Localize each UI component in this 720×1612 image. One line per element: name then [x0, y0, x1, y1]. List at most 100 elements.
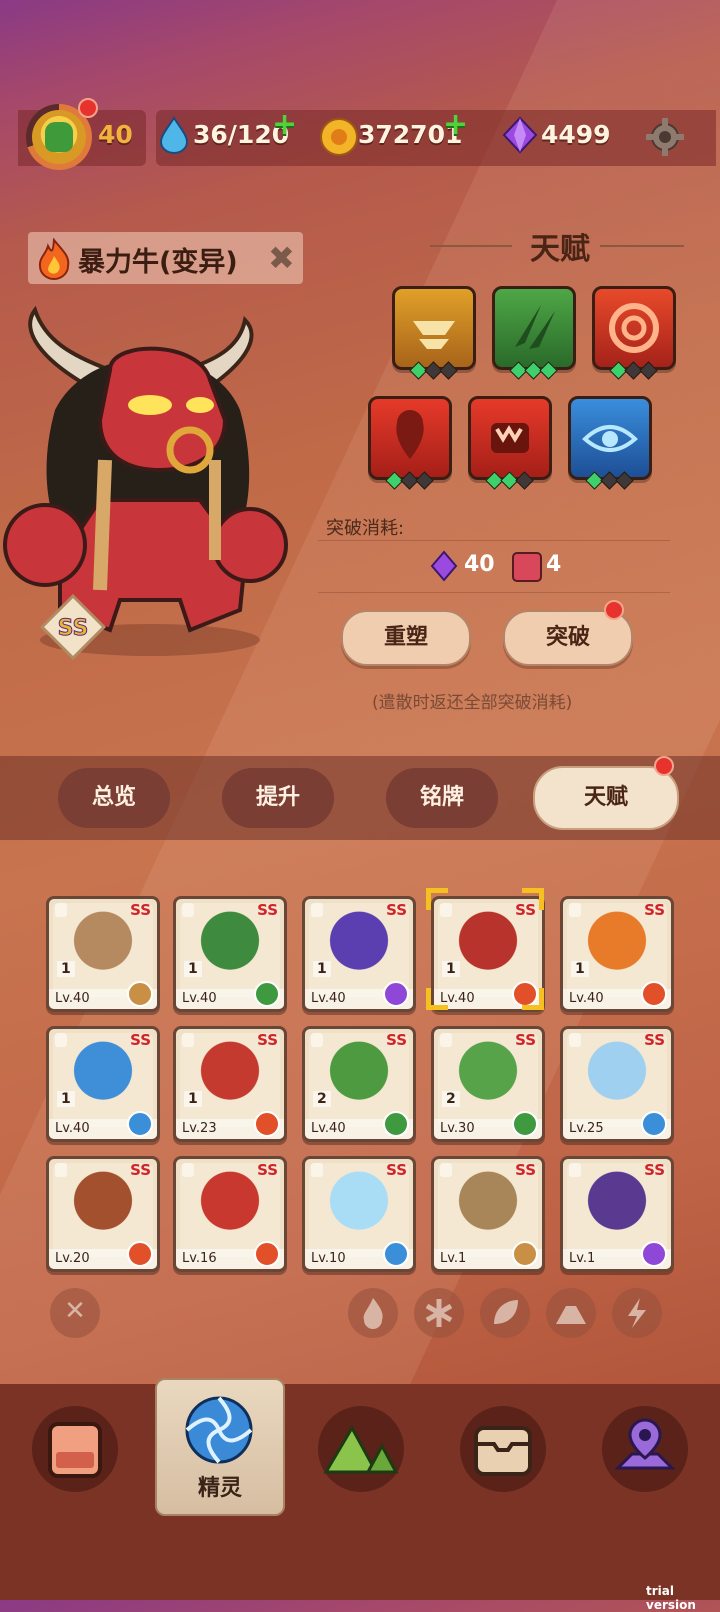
nav-spirit[interactable]: 精灵	[155, 1378, 285, 1516]
monster-card[interactable]: SS 1 Lv.40	[46, 1026, 160, 1142]
talent-level-pips	[585, 471, 634, 490]
talent-slot-fire-2[interactable]	[368, 396, 452, 480]
monster-card[interactable]: SS Lv.20	[46, 1156, 160, 1272]
card-rarity: SS	[515, 1161, 536, 1179]
earth-talent-icon	[413, 321, 455, 349]
nav-map[interactable]	[602, 1406, 688, 1492]
card-rarity: SS	[644, 901, 665, 919]
talent-slot-grass[interactable]	[492, 286, 576, 370]
ice-element-icon	[127, 1111, 153, 1137]
dismiss-refund-note: (遣散时返还全部突破消耗)	[372, 693, 573, 713]
monster-card[interactable]: SS 1 Lv.40	[302, 896, 416, 1012]
fire-element-icon	[254, 1111, 280, 1137]
monster-card[interactable]: SS 1 Lv.40	[173, 896, 287, 1012]
divider	[318, 540, 670, 541]
card-rarity: SS	[644, 1161, 665, 1179]
add-stamina-button[interactable]: +	[272, 110, 297, 140]
fire-element-icon	[127, 1241, 153, 1267]
monster-card[interactable]: SS 2 Lv.30	[431, 1026, 545, 1142]
nav-explore[interactable]	[318, 1406, 404, 1492]
lock-icon	[55, 1033, 67, 1047]
add-gold-button[interactable]: +	[443, 110, 468, 140]
backpack-icon	[48, 1422, 102, 1478]
tab-nameplate[interactable]: 铭牌	[386, 768, 498, 828]
player-level: 40	[98, 120, 133, 149]
drop-talent-icon	[396, 410, 424, 459]
ice-element-icon	[383, 1241, 409, 1267]
talent-title: 天赋	[530, 232, 590, 267]
water-drop-icon	[159, 116, 189, 154]
lock-icon	[182, 903, 194, 917]
close-nameplate-button[interactable]: ✖	[268, 242, 295, 274]
reshape-button[interactable]: 重塑	[341, 610, 471, 666]
lock-icon	[182, 1033, 194, 1047]
filter-grass-icon[interactable]	[480, 1288, 530, 1338]
lock-icon	[569, 903, 581, 917]
filter-earth-icon[interactable]	[546, 1288, 596, 1338]
card-rarity: SS	[130, 901, 151, 919]
card-count: 1	[57, 1091, 75, 1107]
ice-element-icon	[641, 1111, 667, 1137]
purple-gem-icon	[430, 550, 458, 582]
thunder-element-icon	[383, 981, 409, 1007]
lock-icon	[569, 1033, 581, 1047]
talent-tab-notification-dot	[654, 756, 674, 776]
talent-slot-fire-3[interactable]	[468, 396, 552, 480]
map-pin-icon	[614, 1418, 676, 1470]
spirit-orb-icon	[185, 1396, 253, 1464]
chest-icon	[474, 1426, 532, 1476]
fang-talent-icon	[491, 423, 529, 453]
divider	[318, 592, 670, 593]
grass-element-icon	[254, 981, 280, 1007]
card-count: 1	[57, 961, 75, 977]
lock-icon	[440, 1163, 452, 1177]
monster-card[interactable]: SS Lv.1	[560, 1156, 674, 1272]
clear-filter-button[interactable]: ✕	[50, 1288, 100, 1338]
claw-talent-icon	[515, 305, 555, 349]
talent-slot-ice[interactable]	[568, 396, 652, 480]
monster-card[interactable]: SS 1 Lv.40	[46, 896, 160, 1012]
filter-thunder-icon[interactable]	[612, 1288, 662, 1338]
rarity-badge: SS	[40, 594, 106, 660]
lock-icon	[569, 1163, 581, 1177]
earth-element-icon	[127, 981, 153, 1007]
monster-card[interactable]: SS 2 Lv.40	[302, 1026, 416, 1142]
monster-card[interactable]: SS 1 Lv.40	[560, 896, 674, 1012]
tab-overview[interactable]: 总览	[58, 768, 170, 828]
card-rarity: SS	[515, 1031, 536, 1049]
card-rarity: SS	[130, 1161, 151, 1179]
grass-element-icon	[512, 1111, 538, 1137]
mountain-icon	[323, 1424, 399, 1474]
breakthrough-cost-label: 突破消耗:	[326, 518, 405, 539]
title-deco-right	[600, 245, 684, 247]
breakthrough-item-icon	[512, 552, 542, 582]
tab-upgrade[interactable]: 提升	[222, 768, 334, 828]
card-rarity: SS	[386, 901, 407, 919]
avatar-notification-dot	[78, 98, 98, 118]
gold-coin-icon	[320, 118, 358, 156]
fire-element-icon	[254, 1241, 280, 1267]
grass-element-icon	[383, 1111, 409, 1137]
filter-ice-icon[interactable]	[414, 1288, 464, 1338]
talent-level-pips	[609, 361, 658, 380]
tab-talent[interactable]: 天赋	[533, 766, 679, 830]
monster-card[interactable]: SS Lv.25	[560, 1026, 674, 1142]
fire-element-icon	[641, 981, 667, 1007]
cost-item-amount: 4	[546, 552, 562, 577]
card-rarity: SS	[257, 1161, 278, 1179]
monster-card[interactable]: SS Lv.10	[302, 1156, 416, 1272]
nav-chest[interactable]	[460, 1406, 546, 1492]
title-deco-left	[430, 245, 512, 247]
card-rarity: SS	[257, 901, 278, 919]
talent-level-pips	[485, 471, 534, 490]
settings-gear-icon[interactable]	[644, 116, 686, 158]
monster-card[interactable]: SS Lv.16	[173, 1156, 287, 1272]
filter-fire-icon[interactable]	[348, 1288, 398, 1338]
lock-icon	[440, 1033, 452, 1047]
talent-slot-earth[interactable]	[392, 286, 476, 370]
card-rarity: SS	[386, 1161, 407, 1179]
monster-card[interactable]: SS Lv.1	[431, 1156, 545, 1272]
talent-slot-fire[interactable]	[592, 286, 676, 370]
nav-backpack[interactable]	[32, 1406, 118, 1492]
monster-card[interactable]: SS 1 Lv.23	[173, 1026, 287, 1142]
